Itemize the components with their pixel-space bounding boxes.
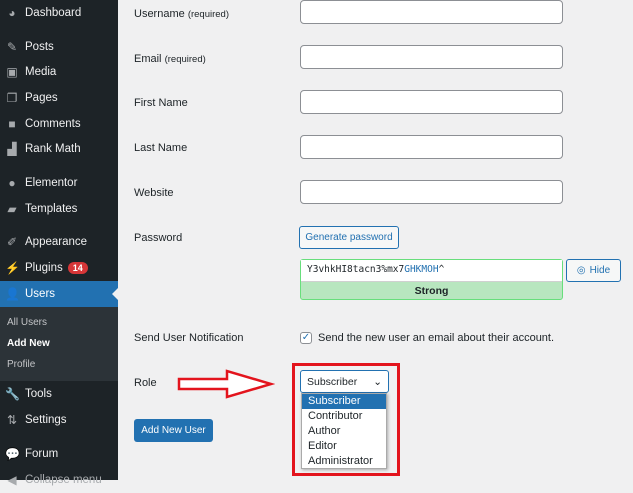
role-option-editor[interactable]: Editor [302, 439, 386, 454]
menu-label: Templates [25, 203, 78, 215]
role-label: Role [134, 377, 157, 389]
menu-appearance[interactable]: ✐ Appearance [0, 229, 118, 255]
eye-slash-icon: ◎ [576, 265, 586, 276]
pin-icon: ✎ [6, 40, 18, 54]
menu-collapse[interactable]: ◀ Collapse menu [0, 467, 118, 493]
role-select[interactable]: Subscriber ⌄ [300, 370, 389, 393]
collapse-icon: ◀ [7, 473, 17, 487]
forum-icon: 💬 [5, 447, 20, 461]
menu-label: Posts [25, 41, 54, 53]
role-option-contributor[interactable]: Contributor [302, 409, 386, 424]
menu-forum[interactable]: 💬 Forum [0, 441, 118, 467]
menu-comments[interactable]: ■ Comments [0, 111, 118, 137]
chart-icon: ▟ [7, 142, 17, 156]
menu-label: Collapse menu [25, 474, 102, 486]
menu-label: Elementor [25, 177, 78, 189]
elementor-icon: ● [8, 176, 16, 190]
website-input[interactable] [300, 180, 563, 204]
first-name-label: First Name [134, 97, 188, 109]
media-icon: ▣ [6, 65, 18, 79]
last-name-label: Last Name [134, 142, 188, 154]
menu-users[interactable]: 👤 Users [0, 281, 118, 307]
first-name-input[interactable] [300, 90, 563, 114]
role-option-author[interactable]: Author [302, 424, 386, 439]
password-input[interactable]: Y3vhkHI8tacn3%mx7GHKMOH^ [301, 260, 562, 282]
submenu-all-users[interactable]: All Users [7, 317, 47, 328]
settings-icon: ⇅ [6, 413, 18, 427]
last-name-input[interactable] [300, 135, 563, 159]
password-field[interactable]: Y3vhkHI8tacn3%mx7GHKMOH^ Strong [300, 259, 563, 300]
folder-icon: ▰ [7, 202, 17, 216]
chevron-down-icon: ⌄ [373, 375, 382, 388]
menu-posts[interactable]: ✎ Posts [0, 34, 118, 60]
email-label: Email (required) [134, 53, 206, 65]
email-input[interactable] [300, 45, 563, 69]
menu-media[interactable]: ▣ Media [0, 59, 118, 85]
admin-sidebar: ◕ Dashboard ✎ Posts ▣ Media ❐ Pages ■ Comment… [0, 0, 118, 487]
menu-label: Settings [25, 414, 67, 426]
menu-label: Dashboard [25, 7, 82, 19]
submenu-profile[interactable]: Profile [7, 359, 35, 370]
pages-icon: ❐ [6, 91, 18, 105]
role-dropdown: Subscriber Contributor Author Editor Adm… [301, 393, 387, 469]
wrench-icon: 🔧 [5, 387, 20, 401]
username-input[interactable] [300, 0, 563, 24]
dashboard-icon: ◕ [8, 6, 16, 20]
notification-text: Send the new user an email about their a… [318, 332, 555, 344]
website-label: Website [134, 187, 174, 199]
password-strength: Strong [414, 285, 449, 297]
users-submenu: All Users Add New Profile [0, 307, 118, 381]
menu-label: Plugins [25, 262, 63, 274]
menu-label: Pages [25, 92, 58, 104]
role-option-administrator[interactable]: Administrator [302, 454, 386, 469]
comment-icon: ■ [8, 117, 16, 131]
generate-password-button[interactable]: Generate password [299, 226, 399, 249]
menu-rank-math[interactable]: ▟ Rank Math [0, 136, 118, 162]
role-option-subscriber[interactable]: Subscriber [302, 394, 386, 409]
notification-label: Send User Notification [134, 332, 244, 344]
menu-label: Rank Math [25, 143, 81, 155]
menu-tools[interactable]: 🔧 Tools [0, 381, 118, 407]
menu-label: Users [25, 288, 56, 300]
red-arrow-annotation [177, 369, 275, 399]
menu-templates[interactable]: ▰ Templates [0, 196, 118, 222]
menu-label: Media [25, 66, 57, 78]
menu-label: Appearance [25, 236, 88, 248]
menu-label: Forum [25, 448, 59, 460]
menu-settings[interactable]: ⇅ Settings [0, 407, 118, 433]
plugin-icon: ⚡ [5, 261, 20, 275]
notification-checkbox[interactable]: ✓ [300, 332, 312, 344]
menu-elementor[interactable]: ● Elementor [0, 170, 118, 196]
menu-dashboard[interactable]: ◕ Dashboard [0, 0, 118, 26]
menu-pages[interactable]: ❐ Pages [0, 85, 118, 111]
password-label: Password [134, 232, 183, 244]
username-label: Username (required) [134, 8, 229, 20]
update-count-badge: 14 [67, 262, 88, 274]
hide-password-button[interactable]: ◎ Hide [566, 259, 621, 282]
submenu-add-new[interactable]: Add New [7, 338, 50, 349]
add-new-user-button[interactable]: Add New User [134, 419, 213, 442]
user-icon: 👤 [5, 287, 20, 301]
menu-plugins[interactable]: ⚡ Plugins 14 [0, 255, 118, 281]
menu-label: Tools [25, 388, 52, 400]
brush-icon: ✐ [6, 235, 18, 249]
menu-label: Comments [25, 118, 81, 130]
